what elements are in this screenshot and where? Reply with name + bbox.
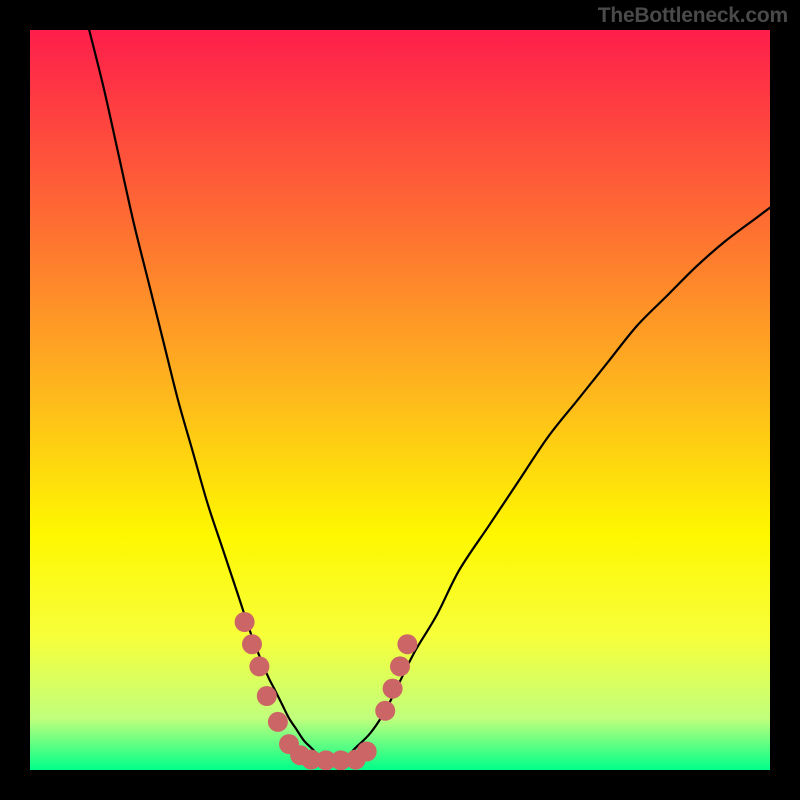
highlight-dot	[390, 656, 410, 676]
highlight-dot	[383, 679, 403, 699]
highlight-dot	[242, 634, 262, 654]
bottleneck-chart	[30, 30, 770, 770]
highlight-dot	[249, 656, 269, 676]
plot-area	[30, 30, 770, 770]
highlight-dot	[268, 712, 288, 732]
highlight-dot	[375, 701, 395, 721]
highlight-dot	[357, 742, 377, 762]
watermark-text: TheBottleneck.com	[598, 4, 788, 28]
highlight-dot	[397, 634, 417, 654]
highlight-dot	[257, 686, 277, 706]
highlight-dot	[235, 612, 255, 632]
chart-frame: TheBottleneck.com	[0, 0, 800, 800]
